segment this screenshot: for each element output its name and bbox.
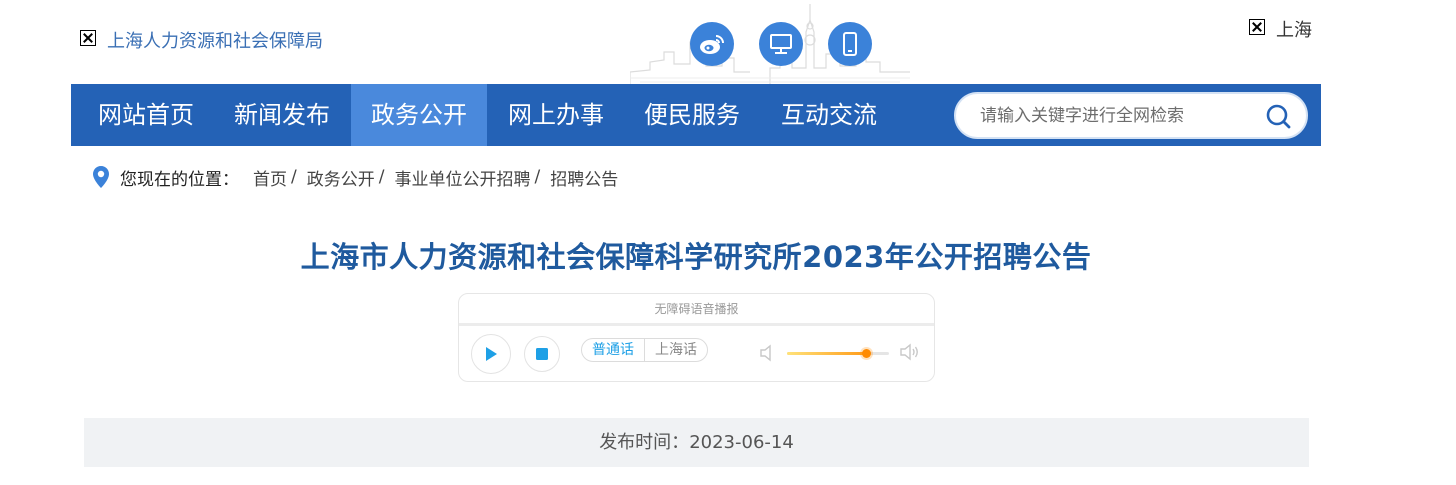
search-box (954, 92, 1308, 139)
shanghainese-option[interactable]: 上海话 (645, 339, 707, 361)
volume-slider-handle[interactable] (861, 349, 871, 358)
nav-item-online-services[interactable]: 网上办事 (495, 84, 617, 146)
weibo-link[interactable] (690, 22, 734, 66)
nav-item-home[interactable]: 网站首页 (85, 84, 207, 146)
breadcrumb-separator: / (534, 167, 541, 187)
breadcrumb-government-affairs[interactable]: 政务公开 (307, 165, 375, 190)
breadcrumb-home[interactable]: 首页 (253, 165, 287, 190)
city-label[interactable]: 上海 (1276, 16, 1312, 42)
audio-player: 无障碍语音播报 普通话 上海话 (458, 293, 935, 382)
desktop-icon (770, 34, 792, 54)
play-icon (486, 347, 497, 361)
breadcrumb-separator: / (291, 167, 297, 187)
site-logo-broken-image-icon (80, 30, 96, 46)
page-title: 上海市人力资源和社会保障科学研究所2023年公开招聘公告 (300, 240, 1092, 274)
stop-icon (536, 348, 548, 360)
mandarin-option[interactable]: 普通话 (582, 339, 645, 361)
city-broken-image-icon (1249, 19, 1265, 35)
location-pin-icon (93, 166, 109, 188)
mobile-version-link[interactable] (828, 22, 872, 66)
stop-button[interactable] (524, 336, 560, 372)
player-title: 无障碍语音播报 (654, 302, 739, 316)
desktop-version-link[interactable] (759, 22, 803, 66)
breadcrumb-separator: / (378, 167, 385, 187)
publish-info-bar: 发布时间：2023-06-14 (84, 418, 1309, 467)
publish-date: 2023-06-14 (689, 432, 794, 453)
nav-item-interaction[interactable]: 互动交流 (768, 84, 890, 146)
playback-progress-track[interactable] (459, 323, 934, 326)
volume-low-icon[interactable] (759, 344, 775, 362)
mobile-icon (843, 32, 857, 56)
volume-slider-fill (787, 352, 866, 355)
nav-item-public-services[interactable]: 便民服务 (631, 84, 753, 146)
dialect-switch: 普通话 上海话 (581, 338, 708, 362)
search-icon[interactable] (1266, 104, 1292, 130)
breadcrumb: 您现在的位置： 首页 / 政务公开 / 事业单位公开招聘 / 招聘公告 (92, 164, 618, 190)
volume-slider[interactable] (787, 349, 889, 358)
nav-item-news[interactable]: 新闻发布 (221, 84, 343, 146)
play-button[interactable] (471, 334, 511, 374)
nav-item-government-affairs[interactable]: 政务公开 (351, 84, 487, 146)
breadcrumb-public-recruitment[interactable]: 事业单位公开招聘 (394, 165, 530, 190)
search-input[interactable] (980, 102, 1260, 130)
volume-high-icon[interactable] (899, 342, 921, 362)
breadcrumb-recruitment-notice[interactable]: 招聘公告 (550, 165, 618, 190)
publish-label: 发布时间： (599, 432, 690, 453)
site-name[interactable]: 上海人力资源和社会保障局 (107, 27, 323, 53)
weibo-icon (700, 35, 724, 54)
breadcrumb-label: 您现在的位置： (120, 169, 239, 190)
